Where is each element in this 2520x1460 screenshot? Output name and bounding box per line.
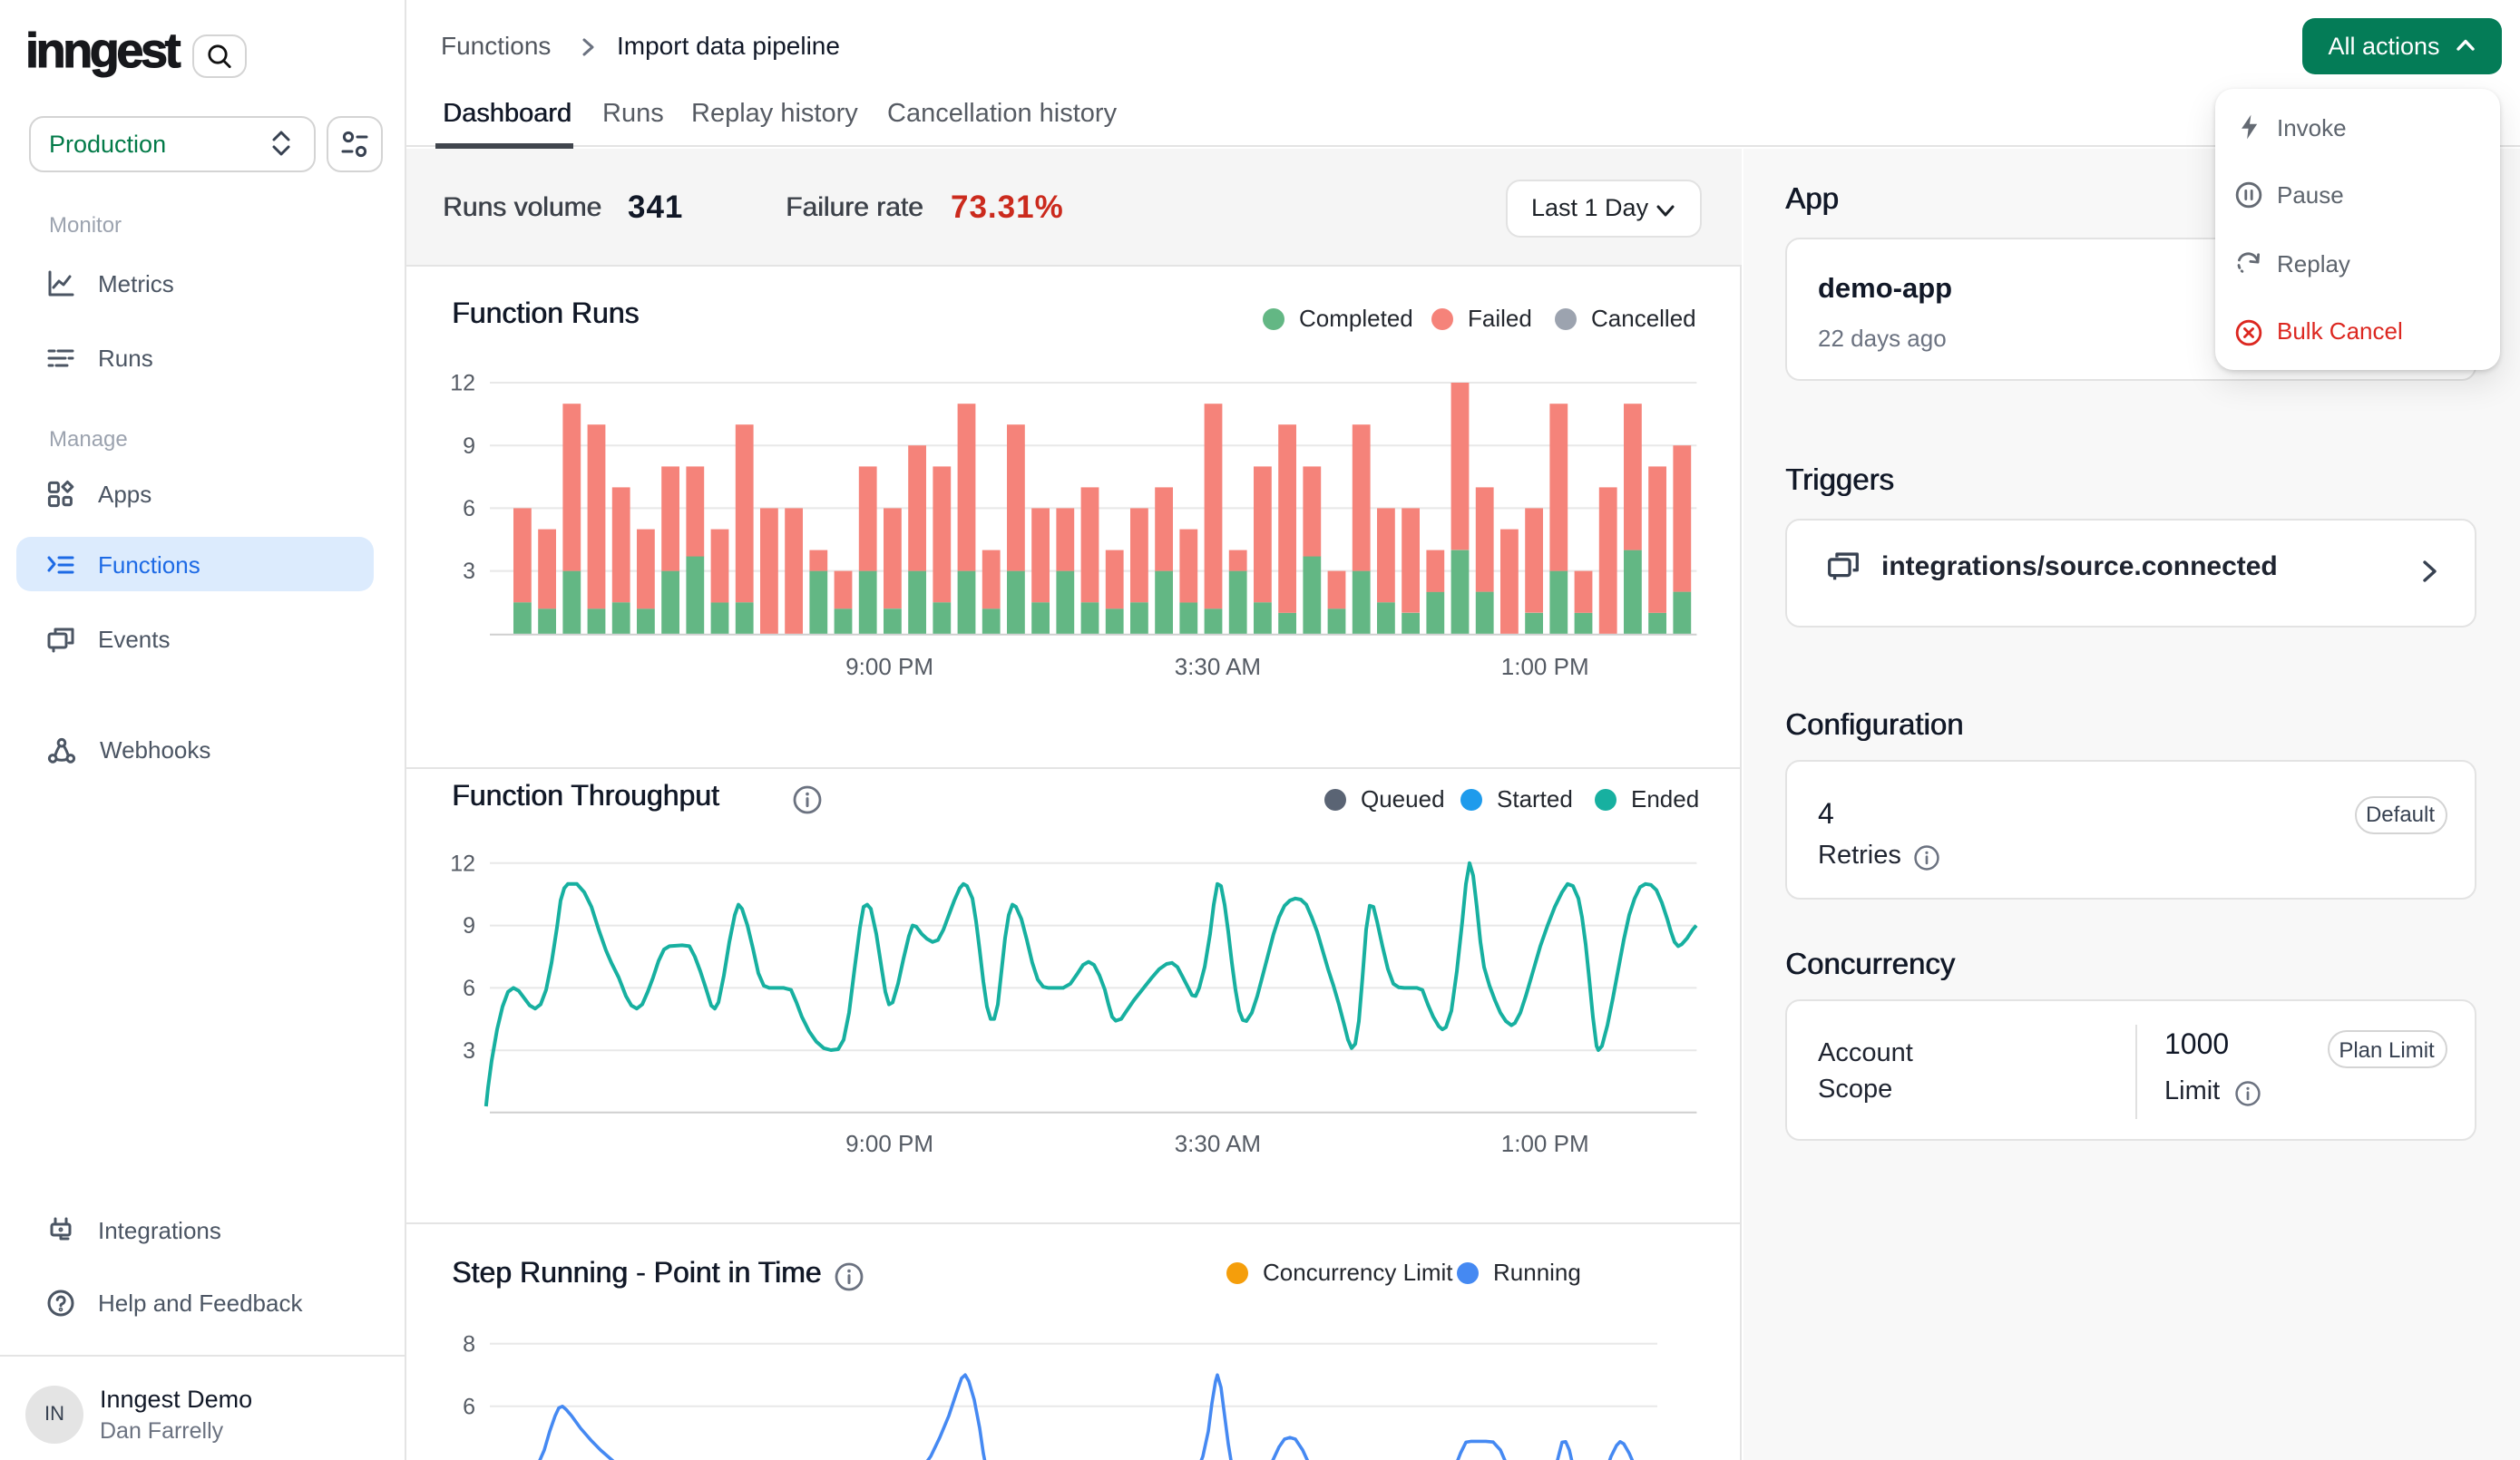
svg-text:12: 12 (450, 851, 475, 876)
svg-text:8: 8 (463, 1331, 475, 1357)
svg-text:6: 6 (463, 976, 475, 1001)
svg-text:1:00 PM: 1:00 PM (1501, 653, 1589, 680)
svg-text:3: 3 (463, 1038, 475, 1064)
svg-text:6: 6 (463, 1394, 475, 1419)
svg-text:3: 3 (463, 559, 475, 584)
svg-text:3:30 AM: 3:30 AM (1175, 653, 1261, 680)
svg-text:6: 6 (463, 496, 475, 521)
svg-text:12: 12 (450, 371, 475, 396)
svg-text:9:00 PM: 9:00 PM (845, 653, 933, 680)
svg-text:9: 9 (463, 433, 475, 459)
svg-text:1:00 PM: 1:00 PM (1501, 1130, 1589, 1157)
svg-text:9:00 PM: 9:00 PM (845, 1130, 933, 1157)
svg-text:3:30 AM: 3:30 AM (1175, 1130, 1261, 1157)
svg-text:9: 9 (463, 913, 475, 939)
